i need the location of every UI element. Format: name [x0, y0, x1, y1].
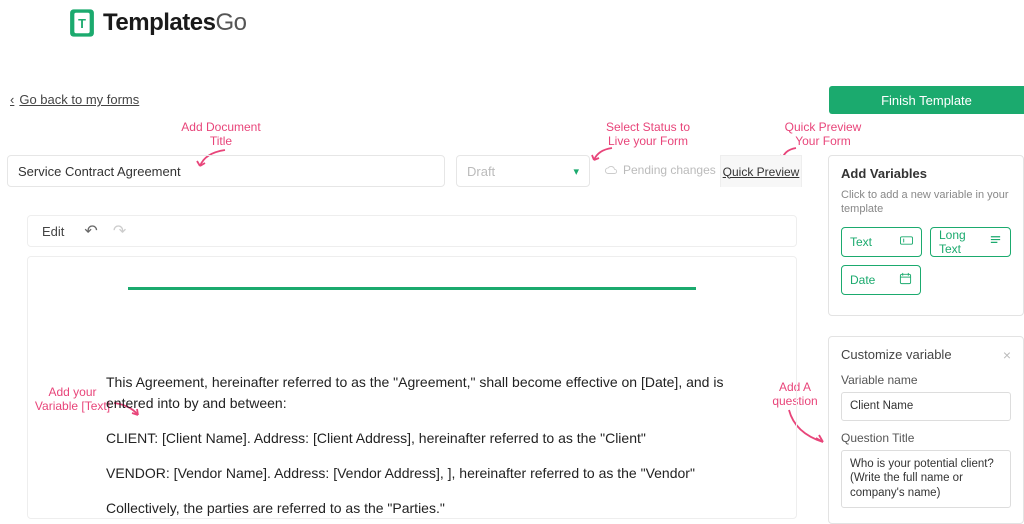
redo-icon[interactable]: ↷ — [113, 221, 126, 241]
add-variables-title: Add Variables — [841, 166, 1011, 181]
chevron-left-icon: ‹ — [10, 92, 14, 107]
status-select[interactable]: Draft ▾ — [456, 155, 590, 187]
close-icon[interactable]: × — [1003, 347, 1011, 363]
back-link[interactable]: ‹ Go back to my forms — [10, 92, 139, 107]
question-title-input[interactable] — [841, 450, 1011, 509]
customize-variable-panel: Customize variable × Variable name Quest… — [828, 336, 1024, 524]
document-divider — [128, 287, 696, 290]
doc-paragraph: CLIENT: [Client Name]. Address: [Client … — [106, 428, 758, 449]
document-title-value: Service Contract Agreement — [18, 164, 181, 179]
add-date-variable-button[interactable]: Date — [841, 265, 921, 295]
back-link-label: Go back to my forms — [19, 92, 139, 107]
arrow-icon — [590, 146, 618, 164]
annotation-status: Select Status to Live your Form — [588, 120, 708, 149]
calendar-icon — [899, 272, 912, 288]
logo-text: TemplatesGo — [103, 9, 246, 37]
logo[interactable]: T TemplatesGo — [65, 6, 246, 40]
cloud-icon — [604, 165, 618, 175]
variable-name-input[interactable] — [841, 392, 1011, 421]
doc-paragraph: This Agreement, hereinafter referred to … — [106, 372, 758, 414]
variable-name-label: Variable name — [841, 373, 1011, 387]
annotation-title: Add Document Title — [166, 120, 276, 149]
pending-label: Pending changes — [623, 163, 716, 177]
document-title-input[interactable]: Service Contract Agreement — [7, 155, 445, 187]
quick-preview-tab[interactable]: Quick Preview — [720, 155, 802, 187]
doc-paragraph: Collectively, the parties are referred t… — [106, 498, 758, 519]
chevron-down-icon: ▾ — [573, 165, 579, 178]
quick-preview-label: Quick Preview — [723, 165, 800, 179]
doc-paragraph: VENDOR: [Vendor Name]. Address: [Vendor … — [106, 463, 758, 484]
pending-changes: Pending changes — [604, 163, 716, 177]
document-body: This Agreement, hereinafter referred to … — [106, 372, 758, 519]
text-field-icon — [900, 234, 913, 250]
svg-text:T: T — [78, 16, 86, 31]
finish-template-button[interactable]: Finish Template — [829, 86, 1024, 114]
undo-icon[interactable]: ↶ — [84, 221, 97, 241]
customize-title: Customize variable — [841, 347, 952, 362]
document-editor[interactable]: This Agreement, hereinafter referred to … — [27, 256, 797, 519]
add-variables-hint: Click to add a new variable in your temp… — [841, 188, 1011, 217]
add-longtext-variable-button[interactable]: Long Text — [930, 227, 1011, 257]
btn-label: Text — [850, 235, 872, 249]
status-value: Draft — [467, 164, 495, 179]
right-panel: Add Variables Click to add a new variabl… — [828, 155, 1024, 519]
btn-label: Date — [850, 273, 875, 287]
logo-icon: T — [65, 6, 99, 40]
finish-template-label: Finish Template — [881, 93, 972, 108]
add-text-variable-button[interactable]: Text — [841, 227, 922, 257]
add-variables-panel: Add Variables Click to add a new variabl… — [828, 155, 1024, 316]
long-text-icon — [989, 234, 1002, 250]
edit-toolbar: Edit ↶ ↷ — [27, 215, 797, 247]
edit-label[interactable]: Edit — [42, 224, 64, 239]
btn-label: Long Text — [939, 228, 981, 256]
annotation-preview: Quick Preview Your Form — [768, 120, 878, 149]
question-title-label: Question Title — [841, 431, 1011, 445]
